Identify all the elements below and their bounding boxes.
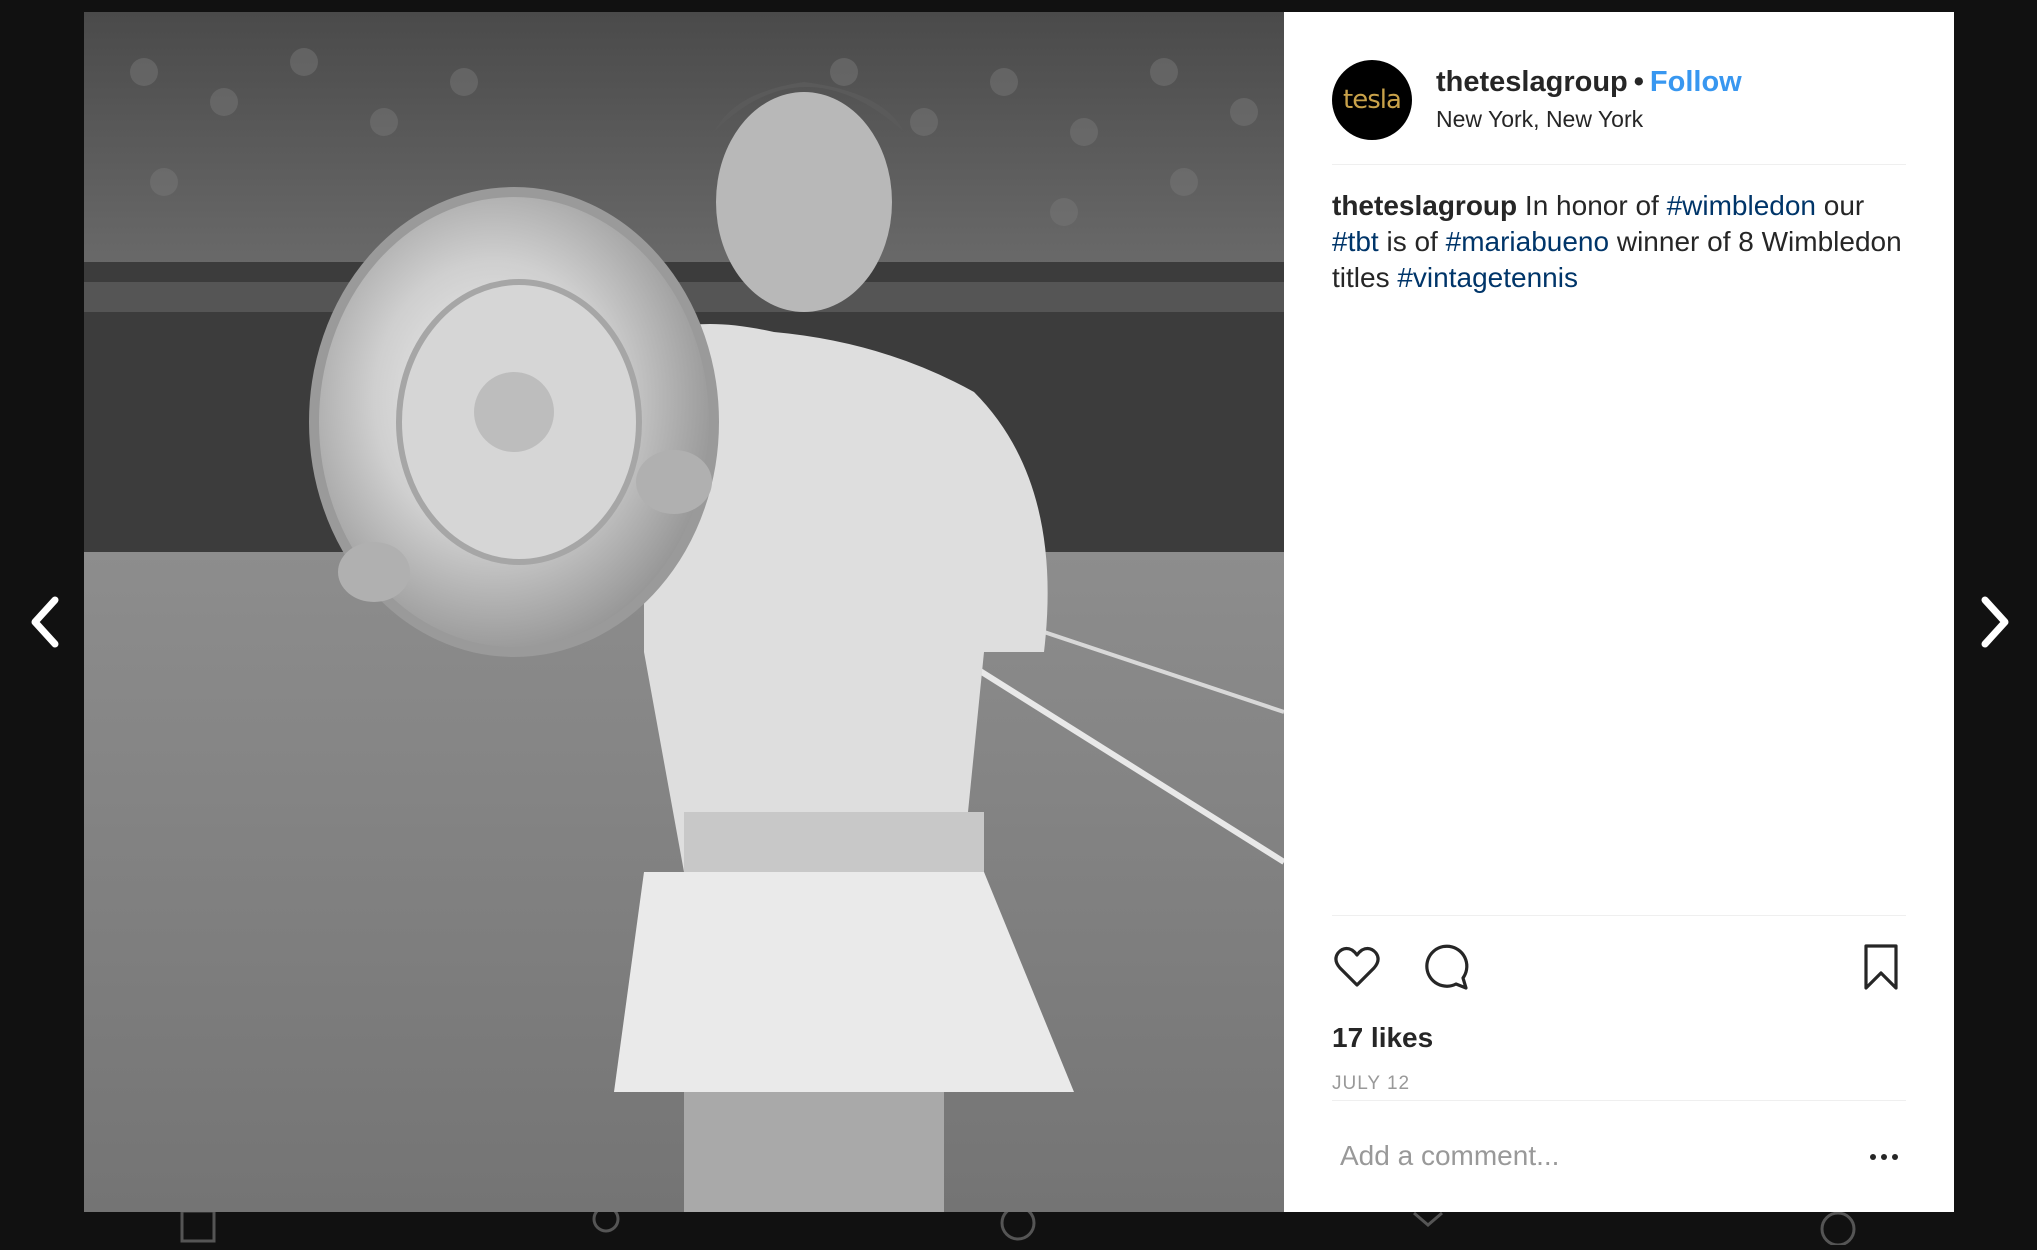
bookmark-icon — [1864, 944, 1898, 990]
comment-bubble-icon — [1425, 944, 1469, 990]
location-link[interactable]: New York, New York — [1436, 106, 1742, 133]
caption-text: our — [1816, 190, 1865, 221]
ellipsis-icon — [1870, 1154, 1876, 1160]
likes-count[interactable]: 17 likes — [1332, 1022, 1433, 1054]
username-link[interactable]: theteslagroup — [1436, 66, 1628, 98]
hashtag-link[interactable]: #vintagetennis — [1397, 262, 1578, 293]
ellipsis-dot — [1892, 1154, 1898, 1160]
caption-text: In honor of — [1517, 190, 1667, 221]
caption-text: is of — [1378, 226, 1446, 257]
chevron-right-icon — [1981, 596, 2009, 648]
follow-button[interactable]: Follow — [1650, 66, 1742, 98]
hashtag-link[interactable]: #wimbledon — [1667, 190, 1816, 221]
hashtag-link[interactable]: #tbt — [1332, 226, 1379, 257]
avatar-logo-text: tesla — [1343, 85, 1402, 115]
post-sidebar: tesla theteslagroup • Follow New York, New… — [1284, 12, 1954, 1212]
header-text: theteslagroup • Follow New York, New York — [1436, 64, 1742, 133]
post-date[interactable]: JULY 12 — [1332, 1073, 1410, 1095]
previous-post-arrow[interactable] — [20, 592, 70, 652]
more-options-button[interactable] — [1862, 1139, 1906, 1175]
save-button[interactable] — [1856, 942, 1906, 992]
next-post-arrow[interactable] — [1970, 592, 2020, 652]
post-header: tesla theteslagroup • Follow New York, New… — [1332, 46, 1906, 165]
comment-input[interactable] — [1332, 1131, 1868, 1181]
post-photo — [84, 12, 1284, 1212]
hashtag-link[interactable]: #mariabueno — [1446, 226, 1609, 257]
action-bar — [1332, 915, 1906, 1012]
avatar[interactable]: tesla — [1332, 60, 1412, 140]
chevron-left-icon — [31, 596, 59, 648]
caption-username[interactable]: theteslagroup — [1332, 190, 1517, 221]
like-button[interactable] — [1332, 942, 1382, 992]
separator-dot: • — [1633, 66, 1644, 98]
post-modal: tesla theteslagroup • Follow New York, New… — [84, 12, 1954, 1212]
ellipsis-dot — [1881, 1154, 1887, 1160]
comment-bar — [1332, 1100, 1906, 1213]
heart-icon — [1334, 946, 1380, 987]
post-caption: theteslagroup In honor of #wimbledon our… — [1332, 188, 1912, 296]
header-username-row: theteslagroup • Follow — [1436, 64, 1742, 100]
comment-button[interactable] — [1422, 942, 1472, 992]
